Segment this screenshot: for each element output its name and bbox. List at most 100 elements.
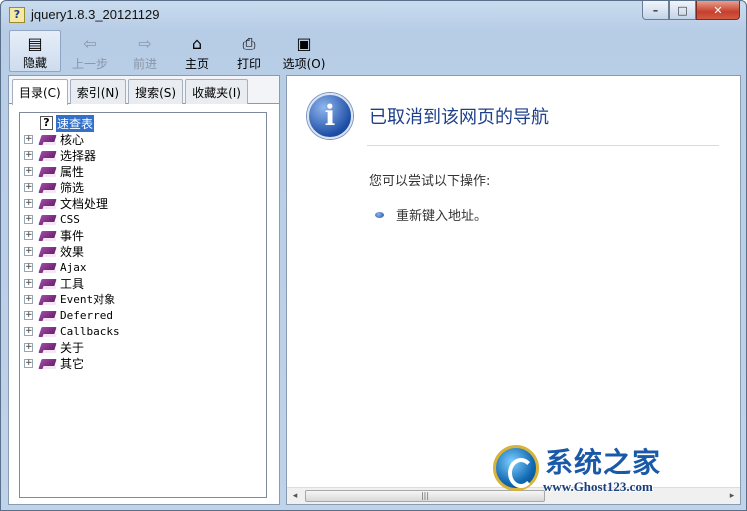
tree-item-selectors[interactable]: + 选择器 (24, 147, 120, 163)
hide-button[interactable]: ▤ 隐藏 (9, 30, 61, 72)
forward-label: 前进 (132, 57, 157, 71)
tree-item-label: Event对象 (60, 293, 116, 306)
hint-text: 您可以尝试以下操作: (369, 174, 491, 189)
tree-item-label: 属性 (60, 164, 85, 179)
tree-item-manipulation[interactable]: + 文档处理 (24, 195, 120, 211)
expand-icon[interactable]: + (24, 198, 33, 208)
watermark-logo-icon (493, 445, 539, 491)
tree-item-label: Callbacks (60, 324, 120, 338)
tab-index[interactable]: 索引(N) (69, 79, 127, 104)
close-button[interactable]: ✕ (696, 1, 740, 20)
tab-favorites[interactable]: 收藏夹(I) (185, 79, 248, 104)
suggestion-item: 重新键入地址。 (375, 205, 487, 224)
book-icon (39, 277, 57, 290)
book-icon (39, 341, 57, 354)
expand-icon[interactable]: + (24, 358, 33, 368)
back-button[interactable]: ⇦ 上一步 (61, 30, 119, 72)
tab-search[interactable]: 搜索(S) (128, 79, 184, 104)
info-icon: i (307, 93, 353, 139)
expand-icon[interactable]: + (24, 214, 33, 224)
book-icon (39, 325, 57, 338)
options-label: 选项(O) (282, 57, 326, 71)
expand-icon[interactable]: + (24, 246, 33, 256)
options-button[interactable]: ▣ 选项(O) (275, 30, 333, 72)
book-icon (39, 309, 57, 322)
book-icon (39, 149, 57, 162)
options-icon: ▣ (296, 34, 312, 53)
question-page-icon: ? (40, 116, 53, 130)
nav-tabs: 目录(C) 索引(N) 搜索(S) 收藏夹(I) (9, 76, 279, 105)
tree-item-other[interactable]: + 其它 (24, 355, 120, 371)
expand-icon[interactable]: + (24, 166, 33, 176)
tree-item-label: 效果 (60, 244, 85, 259)
expand-icon[interactable]: + (24, 342, 33, 352)
tree-item-label: 关于 (60, 340, 85, 355)
tree-item-callbacks[interactable]: + Callbacks (24, 323, 120, 339)
tree-item-label: 选择器 (60, 148, 97, 163)
expand-icon[interactable]: + (24, 230, 33, 240)
book-icon (39, 165, 57, 178)
tree-item-label: 筛选 (60, 180, 85, 195)
tree-item-filtering[interactable]: + 筛选 (24, 179, 120, 195)
tree-item-label: 事件 (60, 228, 85, 243)
tab-contents[interactable]: 目录(C) (12, 79, 68, 105)
tree-item-core[interactable]: + 核心 (24, 131, 120, 147)
tree-item-label: 核心 (60, 132, 85, 147)
tree-item-deferred[interactable]: + Deferred (24, 307, 120, 323)
book-icon (39, 261, 57, 274)
scroll-right-icon[interactable]: ▸ (727, 491, 737, 501)
tree-item-ajax[interactable]: + Ajax (24, 259, 120, 275)
forward-button[interactable]: ⇨ 前进 (119, 30, 171, 72)
hide-label: 隐藏 (22, 56, 47, 70)
window-title: jquery1.8.3_20121129 (31, 7, 160, 22)
back-label: 上一步 (71, 57, 108, 71)
hide-pane-icon: ▤ (27, 34, 43, 53)
help-window: ? jquery1.8.3_20121129 – □ ✕ ▤ 隐藏 ⇦ 上一步 … (0, 0, 747, 511)
tree-item-css[interactable]: + CSS (24, 211, 120, 227)
expand-icon[interactable]: + (24, 294, 33, 304)
tree-item-label: 其它 (60, 356, 85, 371)
navigation-pane: 目录(C) 索引(N) 搜索(S) 收藏夹(I) ? 速查表 + 核心 + 选择… (8, 75, 280, 505)
printer-icon: ⎙ (242, 34, 256, 53)
expand-icon[interactable]: + (24, 310, 33, 320)
tree-item-event-object[interactable]: + Event对象 (24, 291, 120, 307)
suggestion-text: 重新键入地址。 (396, 209, 488, 224)
expand-icon[interactable]: + (24, 182, 33, 192)
page-title: 已取消到该网页的导航 (369, 107, 549, 128)
book-icon (39, 245, 57, 258)
scroll-left-icon[interactable]: ◂ (290, 491, 300, 501)
watermark-url: www.Ghost123.com (543, 479, 653, 494)
expand-icon[interactable]: + (24, 150, 33, 160)
tree-item-attributes[interactable]: + 属性 (24, 163, 120, 179)
expand-icon[interactable]: + (24, 326, 33, 336)
tree-item-about[interactable]: + 关于 (24, 339, 120, 355)
tree-item-label: Ajax (60, 260, 87, 274)
tree-item-label: 工具 (60, 276, 85, 291)
expand-icon[interactable]: + (24, 278, 33, 288)
tree-item-events[interactable]: + 事件 (24, 227, 120, 243)
contents-tree[interactable]: ? 速查表 + 核心 + 选择器 + 属性 + 筛选 + 文档处理 + CSS … (19, 112, 267, 498)
bullet-icon (375, 211, 384, 218)
maximize-button[interactable]: □ (669, 1, 696, 20)
print-label: 打印 (236, 57, 261, 71)
title-bar: ? jquery1.8.3_20121129 – □ ✕ (1, 1, 746, 29)
book-icon (39, 213, 57, 226)
expand-icon[interactable]: + (24, 134, 33, 144)
home-button[interactable]: ⌂ 主页 (171, 30, 223, 72)
print-button[interactable]: ⎙ 打印 (223, 30, 275, 72)
expand-icon[interactable]: + (24, 262, 33, 272)
tree-item-utilities[interactable]: + 工具 (24, 275, 120, 291)
back-arrow-icon: ⇦ (83, 34, 97, 53)
tree-item-label: 文档处理 (60, 196, 109, 211)
help-book-icon: ? (9, 7, 25, 23)
minimize-button[interactable]: – (642, 1, 669, 20)
tree-item-cheatsheet[interactable]: ? 速查表 (24, 114, 120, 132)
divider (367, 145, 719, 146)
home-icon: ⌂ (191, 34, 203, 53)
window-controls: – □ ✕ (642, 1, 740, 21)
tree-item-effects[interactable]: + 效果 (24, 243, 120, 259)
tree-item-label: Deferred (60, 308, 113, 322)
watermark: 系统之家 www.Ghost123.com (493, 441, 723, 501)
book-icon (39, 357, 57, 370)
tree-list: ? 速查表 + 核心 + 选择器 + 属性 + 筛选 + 文档处理 + CSS … (24, 114, 120, 371)
